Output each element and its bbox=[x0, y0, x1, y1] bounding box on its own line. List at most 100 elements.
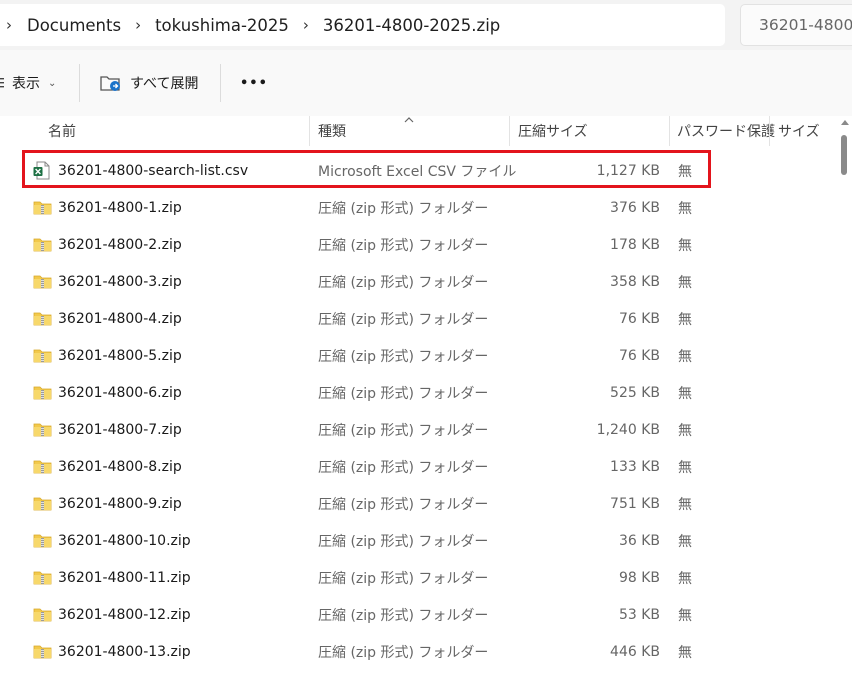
file-compressed-size: 76 KB bbox=[618, 347, 660, 364]
file-row[interactable]: 36201-4800-9.zip 圧縮 (zip 形式) フォルダー 751 KB 無 bbox=[0, 485, 830, 522]
file-type: 圧縮 (zip 形式) フォルダー bbox=[318, 496, 489, 513]
file-password-protected: 無 bbox=[678, 200, 692, 217]
file-compressed-size: 53 KB bbox=[618, 606, 660, 623]
zip-folder-icon bbox=[33, 420, 52, 439]
file-row[interactable]: 36201-4800-1.zip 圧縮 (zip 形式) フォルダー 376 KB 無 bbox=[0, 189, 830, 226]
file-password-protected: 無 bbox=[678, 274, 692, 291]
chevron-right-icon[interactable]: › bbox=[292, 16, 320, 34]
zip-folder-icon bbox=[33, 235, 52, 254]
breadcrumb-item-documents[interactable]: Documents bbox=[24, 16, 124, 35]
file-name: 36201-4800-1.zip bbox=[58, 199, 182, 216]
file-type: 圧縮 (zip 形式) フォルダー bbox=[318, 459, 489, 476]
file-name: 36201-4800-4.zip bbox=[58, 310, 182, 327]
file-row[interactable]: 36201-4800-8.zip 圧縮 (zip 形式) フォルダー 133 KB 無 bbox=[0, 448, 830, 485]
file-compressed-size: 376 KB bbox=[610, 199, 660, 216]
sort-ascending-icon bbox=[404, 117, 414, 123]
file-compressed-size: 178 KB bbox=[610, 236, 660, 253]
expand-all-button[interactable]: すべて展開 bbox=[100, 50, 198, 116]
zip-folder-icon bbox=[33, 605, 52, 624]
view-menu-button[interactable]: 表示 ⌄ bbox=[0, 50, 56, 116]
file-row[interactable]: 36201-4800-7.zip 圧縮 (zip 形式) フォルダー 1,240 K… bbox=[0, 411, 830, 448]
more-options-button[interactable]: ••• bbox=[240, 50, 268, 116]
file-password-protected: 無 bbox=[678, 644, 692, 661]
column-divider[interactable] bbox=[769, 116, 770, 146]
file-compressed-size: 133 KB bbox=[610, 458, 660, 475]
file-type: 圧縮 (zip 形式) フォルダー bbox=[318, 274, 489, 291]
zip-folder-icon bbox=[33, 383, 52, 402]
column-header-size[interactable]: サイズ bbox=[778, 116, 820, 146]
zip-folder-icon bbox=[33, 309, 52, 328]
chevron-down-icon: ⌄ bbox=[48, 77, 57, 89]
file-type: 圧縮 (zip 形式) フォルダー bbox=[318, 422, 489, 439]
file-type: 圧縮 (zip 形式) フォルダー bbox=[318, 200, 489, 217]
address-bar: › Documents › tokushima-2025 › 36201-480… bbox=[0, 0, 852, 50]
scroll-up-arrow-icon[interactable] bbox=[841, 120, 849, 125]
file-type: 圧縮 (zip 形式) フォルダー bbox=[318, 607, 489, 624]
file-name: 36201-4800-9.zip bbox=[58, 495, 182, 512]
file-compressed-size: 751 KB bbox=[610, 495, 660, 512]
file-type: 圧縮 (zip 形式) フォルダー bbox=[318, 237, 489, 254]
column-divider[interactable] bbox=[669, 116, 670, 146]
toolbar-divider bbox=[79, 64, 80, 102]
file-row[interactable]: 36201-4800-11.zip 圧縮 (zip 形式) フォルダー 98 KB 無 bbox=[0, 559, 830, 596]
file-password-protected: 無 bbox=[678, 422, 692, 439]
file-compressed-size: 76 KB bbox=[618, 310, 660, 327]
breadcrumb-item-tokushima[interactable]: tokushima-2025 bbox=[152, 16, 292, 35]
column-divider[interactable] bbox=[309, 116, 310, 146]
file-compressed-size: 358 KB bbox=[610, 273, 660, 290]
zip-folder-icon bbox=[33, 272, 52, 291]
file-name: 36201-4800-3.zip bbox=[58, 273, 182, 290]
search-input[interactable]: 36201-4800 bbox=[740, 4, 852, 46]
chevron-right-icon[interactable]: › bbox=[0, 16, 24, 34]
file-row[interactable]: 36201-4800-5.zip 圧縮 (zip 形式) フォルダー 76 KB 無 bbox=[0, 337, 830, 374]
column-header-name[interactable]: 名前 bbox=[48, 116, 76, 146]
file-name: 36201-4800-11.zip bbox=[58, 569, 191, 586]
scroll-thumb[interactable] bbox=[841, 135, 847, 175]
zip-folder-icon bbox=[33, 531, 52, 550]
zip-folder-icon bbox=[33, 642, 52, 661]
file-type: 圧縮 (zip 形式) フォルダー bbox=[318, 385, 489, 402]
column-header-password[interactable]: パスワード保護 bbox=[677, 116, 775, 146]
file-name: 36201-4800-10.zip bbox=[58, 532, 191, 549]
file-row[interactable]: 36201-4800-10.zip 圧縮 (zip 形式) フォルダー 36 KB 無 bbox=[0, 522, 830, 559]
file-row[interactable]: 36201-4800-6.zip 圧縮 (zip 形式) フォルダー 525 KB 無 bbox=[0, 374, 830, 411]
file-list: 36201-4800-search-list.csv Microsoft Exce… bbox=[0, 152, 830, 677]
file-compressed-size: 1,240 KB bbox=[596, 421, 660, 438]
vertical-scrollbar[interactable] bbox=[838, 116, 852, 677]
file-password-protected: 無 bbox=[678, 607, 692, 624]
file-password-protected: 無 bbox=[678, 237, 692, 254]
view-menu-label: 表示 bbox=[12, 76, 40, 92]
zip-folder-icon bbox=[33, 494, 52, 513]
zip-folder-icon bbox=[33, 568, 52, 587]
zip-folder-icon bbox=[33, 457, 52, 476]
toolbar-divider bbox=[220, 64, 221, 102]
view-icon bbox=[0, 78, 4, 88]
file-row[interactable]: 36201-4800-13.zip 圧縮 (zip 形式) フォルダー 446 KB… bbox=[0, 633, 830, 670]
file-row[interactable]: 36201-4800-4.zip 圧縮 (zip 形式) フォルダー 76 KB 無 bbox=[0, 300, 830, 337]
file-name: 36201-4800-2.zip bbox=[58, 236, 182, 253]
file-password-protected: 無 bbox=[678, 459, 692, 476]
breadcrumb[interactable]: › Documents › tokushima-2025 › 36201-480… bbox=[0, 4, 725, 46]
column-header-type[interactable]: 種類 bbox=[318, 116, 346, 146]
file-row[interactable]: 36201-4800-2.zip 圧縮 (zip 形式) フォルダー 178 KB 無 bbox=[0, 226, 830, 263]
file-name: 36201-4800-5.zip bbox=[58, 347, 182, 364]
file-type: 圧縮 (zip 形式) フォルダー bbox=[318, 644, 489, 661]
file-row[interactable]: 36201-4800-3.zip 圧縮 (zip 形式) フォルダー 358 KB 無 bbox=[0, 263, 830, 300]
command-bar: 表示 ⌄ すべて展開 ••• bbox=[0, 50, 852, 116]
file-password-protected: 無 bbox=[678, 570, 692, 587]
file-compressed-size: 98 KB bbox=[618, 569, 660, 586]
file-name: 36201-4800-12.zip bbox=[58, 606, 191, 623]
column-header-compressed-size[interactable]: 圧縮サイズ bbox=[518, 116, 588, 146]
chevron-right-icon[interactable]: › bbox=[124, 16, 152, 34]
file-type: 圧縮 (zip 形式) フォルダー bbox=[318, 311, 489, 328]
column-header-row: 名前 種類 圧縮サイズ パスワード保護 サイズ bbox=[0, 116, 852, 150]
breadcrumb-item-zip[interactable]: 36201-4800-2025.zip bbox=[320, 16, 503, 35]
file-name: 36201-4800-13.zip bbox=[58, 643, 191, 660]
file-password-protected: 無 bbox=[678, 533, 692, 550]
file-password-protected: 無 bbox=[678, 385, 692, 402]
zip-folder-icon bbox=[33, 346, 52, 365]
column-divider[interactable] bbox=[509, 116, 510, 146]
file-row[interactable]: 36201-4800-12.zip 圧縮 (zip 形式) フォルダー 53 KB 無 bbox=[0, 596, 830, 633]
file-compressed-size: 36 KB bbox=[618, 532, 660, 549]
file-type: 圧縮 (zip 形式) フォルダー bbox=[318, 348, 489, 365]
